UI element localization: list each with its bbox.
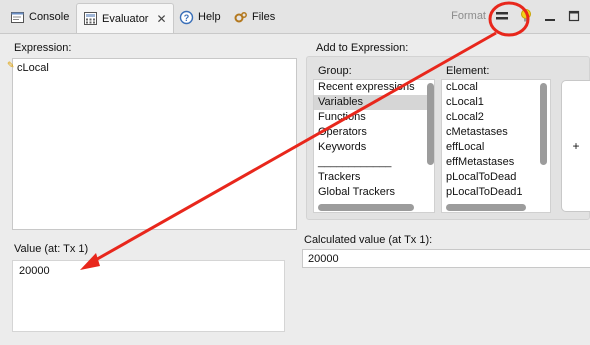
group-item[interactable]: Global Trackers — [314, 185, 434, 200]
element-item[interactable]: cLocal — [442, 80, 550, 95]
group-label: Group: — [318, 65, 352, 77]
tab-evaluator[interactable]: Evaluator ✕ — [76, 3, 174, 33]
calculated-text: 20000 — [308, 253, 339, 265]
equals-icon[interactable] — [494, 8, 510, 24]
element-label: Element: — [446, 65, 490, 77]
hint-marker-icon: ✎ — [7, 60, 15, 70]
element-hscroll[interactable] — [446, 204, 526, 211]
element-item[interactable]: effMetastases — [442, 155, 550, 170]
expression-text: cLocal — [17, 62, 49, 74]
element-item[interactable]: cLocal2 — [442, 110, 550, 125]
value-output: 20000 — [12, 260, 285, 332]
format-label: Format — [451, 10, 486, 22]
group-separator: ____________ — [318, 156, 392, 168]
element-item[interactable]: effLocal — [442, 140, 550, 155]
console-icon — [10, 10, 25, 25]
lightbulb-icon[interactable] — [518, 8, 534, 24]
group-hscroll[interactable] — [318, 204, 414, 211]
close-icon[interactable]: ✕ — [156, 12, 166, 26]
add-button-label: + — [572, 139, 580, 153]
calculator-icon — [83, 11, 98, 26]
calculated-output: 20000 — [302, 249, 590, 268]
tab-evaluator-label: Evaluator — [102, 12, 149, 25]
help-icon: ? — [179, 10, 194, 25]
svg-text:?: ? — [184, 13, 190, 23]
group-item[interactable]: Keywords — [314, 140, 434, 155]
element-vscroll[interactable] — [540, 83, 547, 165]
tab-bar: Console Evaluator ✕ ? Help Files Format — [0, 0, 590, 34]
tab-files-label: Files — [252, 11, 276, 23]
group-item[interactable]: Trackers — [314, 170, 434, 185]
group-item[interactable]: Variables — [314, 95, 434, 110]
element-item[interactable]: pLocalToDead1 — [442, 185, 550, 200]
tab-console-label: Console — [29, 11, 70, 23]
add-element-button[interactable]: + — [561, 80, 590, 212]
element-item[interactable]: cLocal1 — [442, 95, 550, 110]
evaluator-panel: Expression: ✎ cLocal Add to Expression: … — [0, 34, 590, 345]
element-item[interactable]: cMetastases — [442, 125, 550, 140]
element-item[interactable]: pLocalToDead — [442, 170, 550, 185]
tab-help[interactable]: ? Help — [173, 4, 227, 30]
tab-help-label: Help — [198, 11, 221, 23]
group-item[interactable]: Recent expressions — [314, 80, 434, 95]
group-item[interactable]: Operators — [314, 125, 434, 140]
group-vscroll[interactable] — [427, 83, 434, 165]
value-label: Value (at: Tx 1) — [14, 243, 89, 255]
value-text: 20000 — [19, 265, 50, 277]
add-to-expression-label: Add to Expression: — [316, 42, 409, 54]
group-item[interactable]: Functions — [314, 110, 434, 125]
tab-files[interactable]: Files — [227, 4, 281, 30]
tab-console[interactable]: Console — [4, 4, 75, 30]
element-list[interactable]: cLocal cLocal1 cLocal2 cMetastases effLo… — [441, 79, 551, 213]
gear-icon — [233, 10, 248, 25]
expression-label: Expression: — [14, 42, 72, 54]
group-list[interactable]: Recent expressions Variables Functions O… — [313, 79, 435, 213]
toolbar-right: Format — [451, 8, 582, 24]
maximize-icon[interactable] — [566, 8, 582, 24]
calculated-label: Calculated value (at Tx 1): — [304, 234, 433, 246]
minimize-icon[interactable] — [542, 8, 558, 24]
expression-input[interactable]: ✎ cLocal — [7, 58, 297, 230]
